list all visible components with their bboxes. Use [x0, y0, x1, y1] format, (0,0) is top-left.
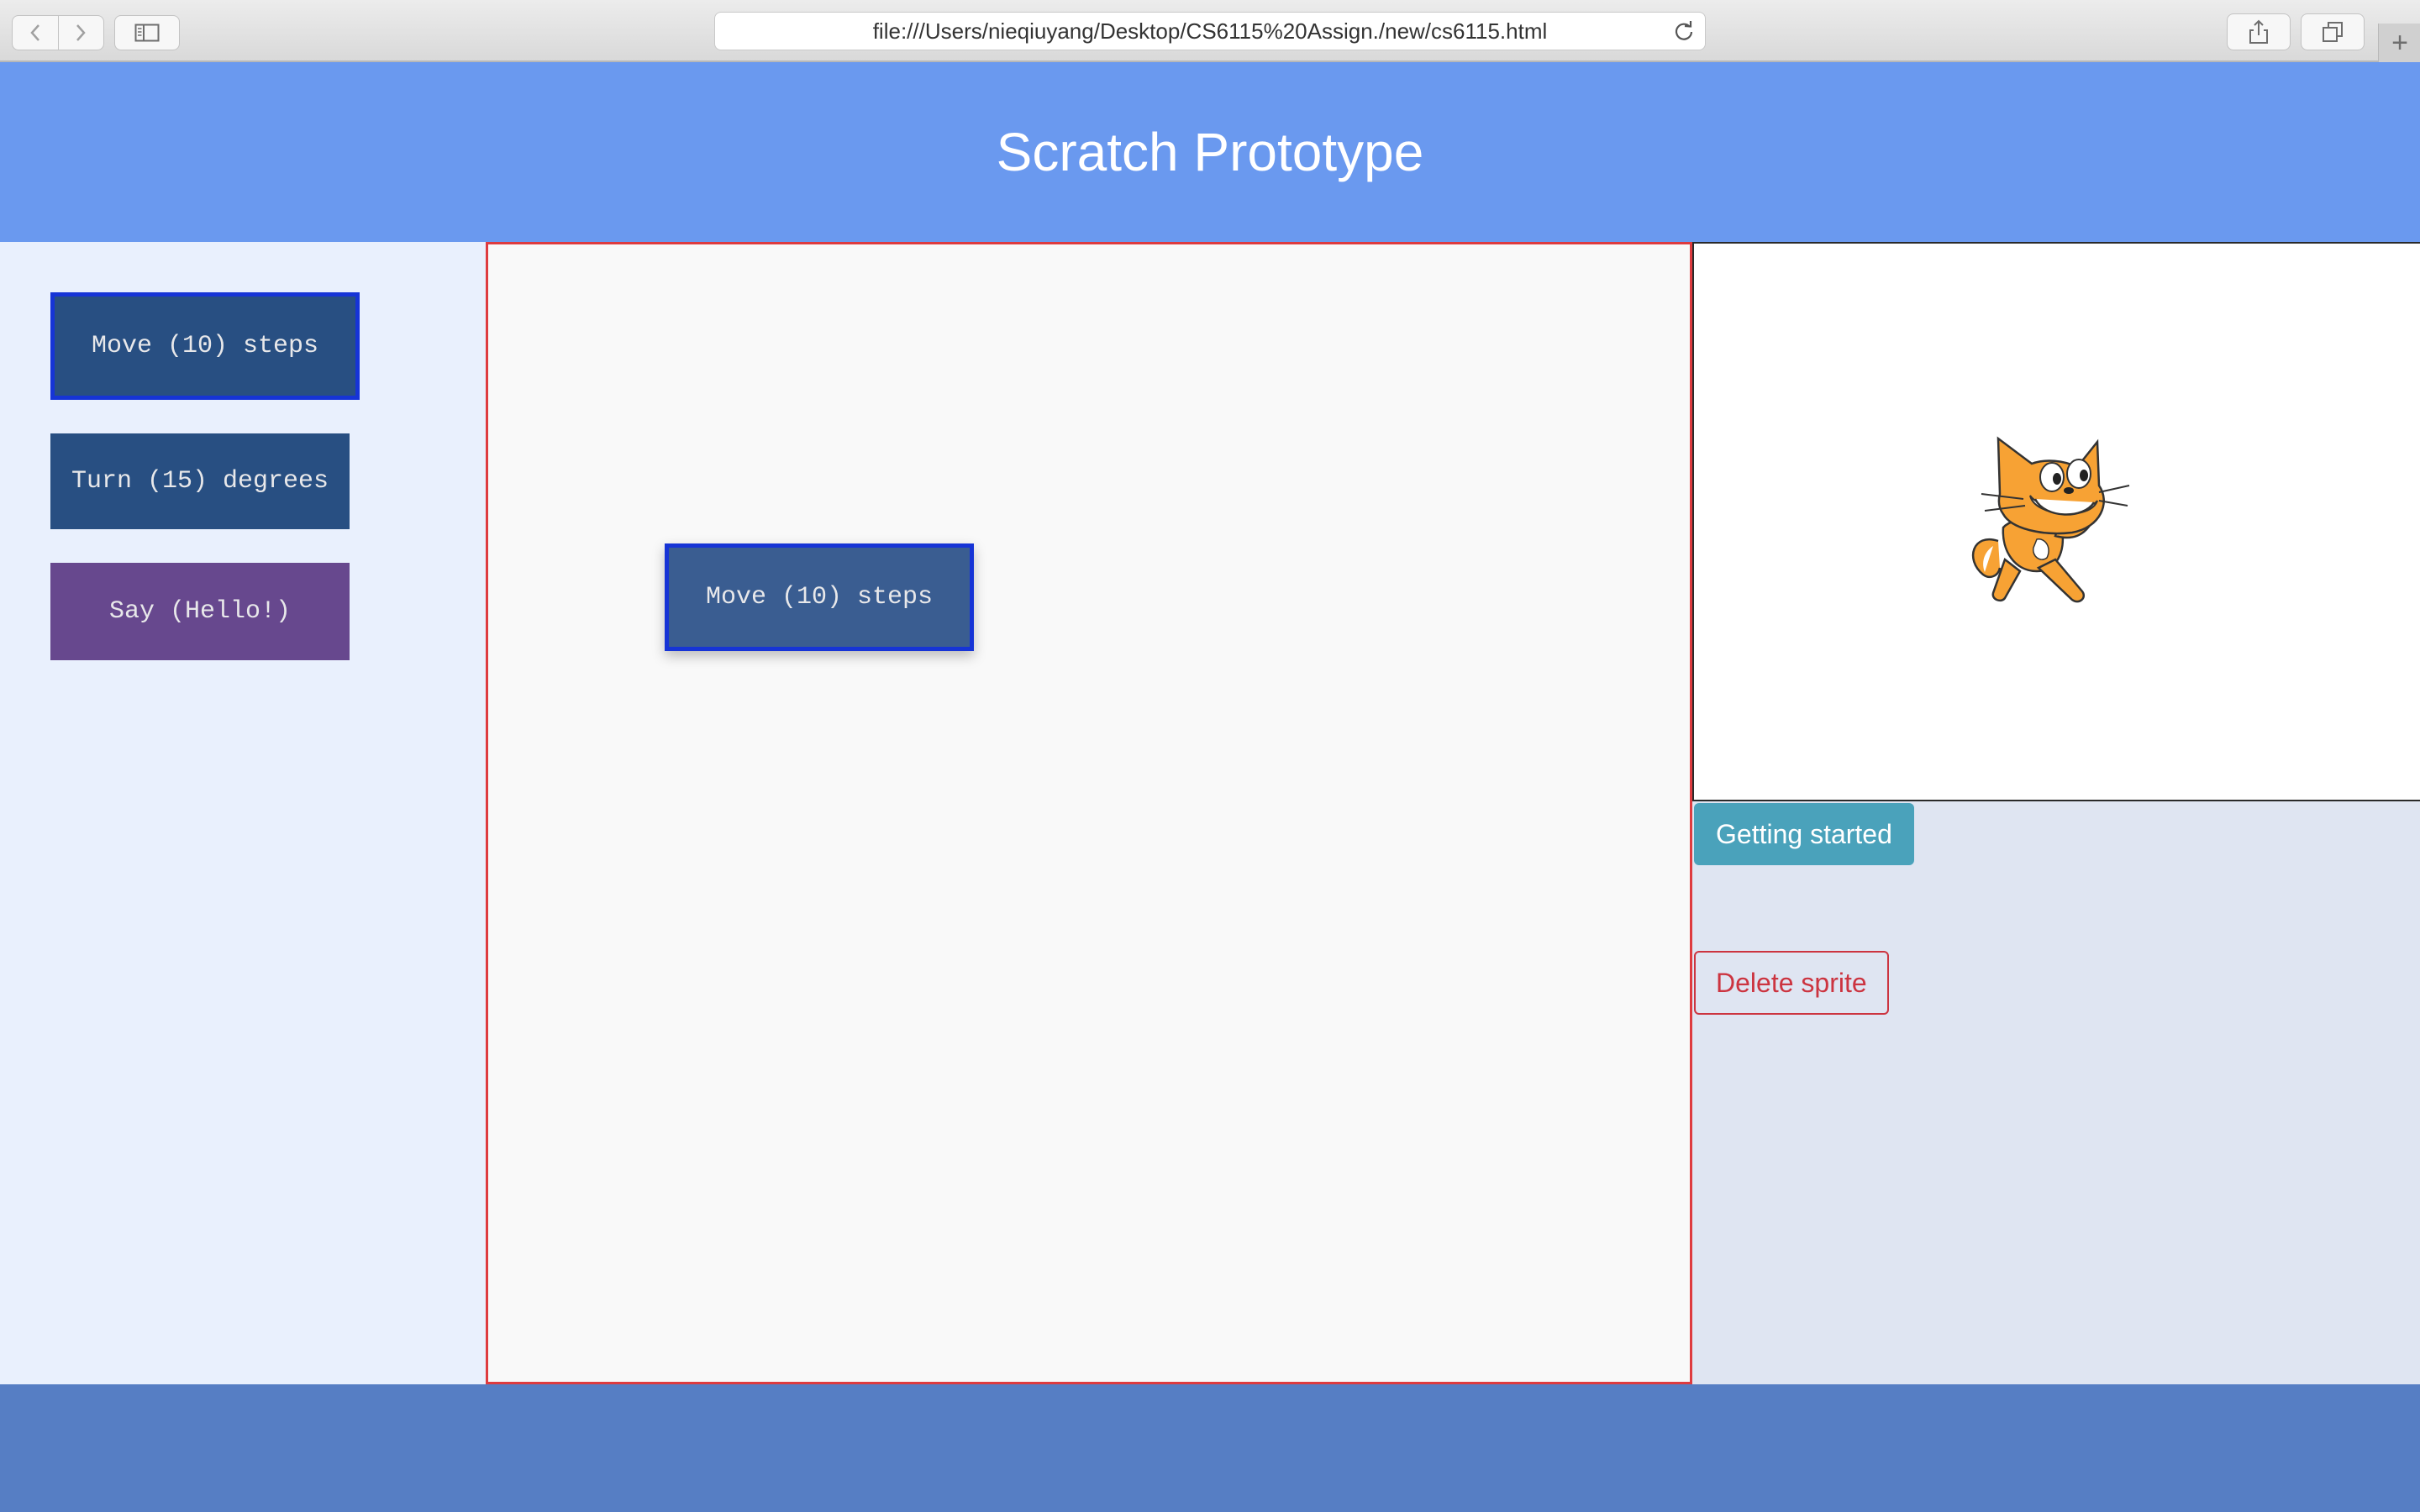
url-text: file:///Users/nieqiuyang/Desktop/CS6115%… — [872, 18, 1548, 44]
block-label: Move (10) steps — [705, 583, 934, 612]
palette-block-move[interactable]: Move (10) steps — [50, 292, 360, 400]
show-tabs-button[interactable] — [2301, 13, 2365, 50]
reload-icon[interactable] — [1673, 20, 1695, 42]
plus-icon: + — [2391, 26, 2408, 59]
getting-started-button[interactable]: Getting started — [1694, 803, 1914, 865]
sidebar-toggle-button[interactable] — [114, 15, 180, 50]
history-nav — [12, 15, 104, 50]
back-button[interactable] — [13, 16, 58, 50]
back-icon — [30, 24, 39, 41]
share-icon — [2249, 19, 2268, 44]
delete-sprite-button[interactable]: Delete sprite — [1694, 951, 1889, 1015]
sidebar-icon — [134, 24, 160, 42]
block-label: Move (10) steps — [91, 332, 319, 360]
stage[interactable] — [1692, 242, 2420, 801]
forward-icon — [76, 24, 86, 41]
page-header: Scratch Prototype — [0, 62, 2420, 242]
scratch-cat-sprite[interactable] — [1965, 433, 2133, 610]
tabs-icon — [2323, 22, 2343, 42]
stage-panel: Getting started Delete sprite — [1692, 242, 2420, 1384]
block-palette: Move (10) steps Turn (15) degrees Say (H… — [0, 242, 486, 1384]
browser-toolbar: file:///Users/nieqiuyang/Desktop/CS6115%… — [0, 0, 2420, 62]
address-bar[interactable]: file:///Users/nieqiuyang/Desktop/CS6115%… — [714, 12, 1706, 50]
script-area[interactable]: Move (10) steps — [486, 242, 1692, 1384]
new-tab-button[interactable]: + — [2378, 24, 2420, 62]
block-label: Turn (15) degrees — [71, 467, 329, 496]
forward-button[interactable] — [57, 16, 104, 50]
script-block-move[interactable]: Move (10) steps — [665, 543, 974, 651]
page-title: Scratch Prototype — [996, 122, 1424, 182]
share-button[interactable] — [2227, 13, 2291, 50]
palette-block-turn[interactable]: Turn (15) degrees — [50, 433, 350, 529]
page-footer — [0, 1384, 2420, 1512]
palette-block-say[interactable]: Say (Hello!) — [50, 563, 350, 660]
block-label: Say (Hello!) — [108, 597, 292, 626]
